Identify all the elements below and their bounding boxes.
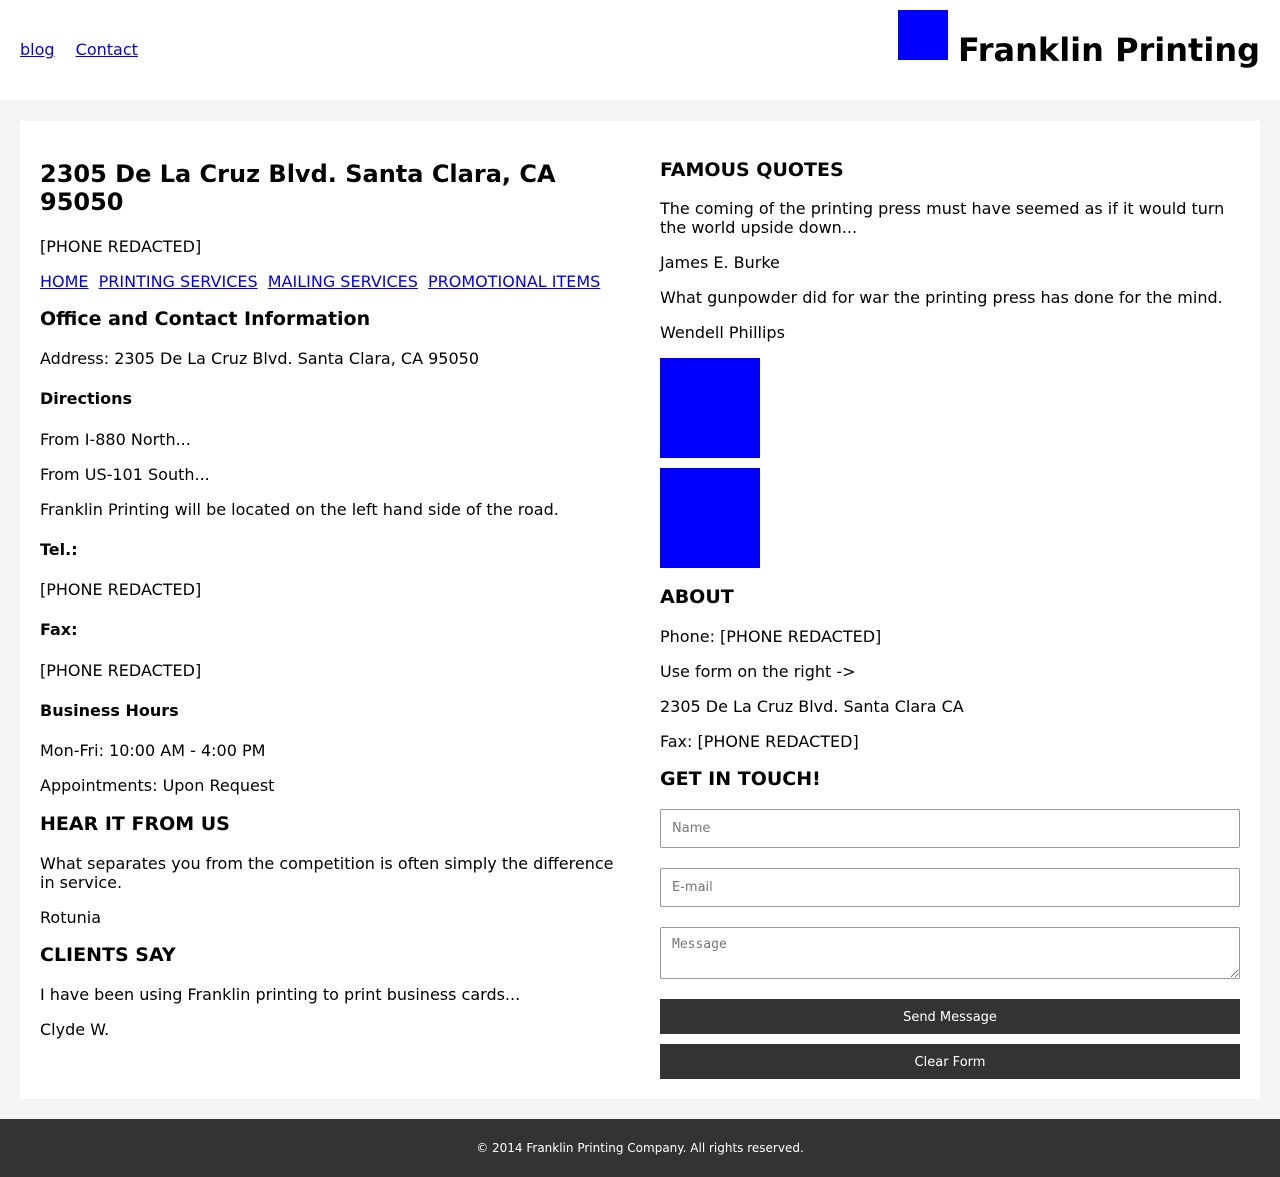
send-message-button[interactable]: Send Message bbox=[660, 999, 1240, 1034]
quote-author: James E. Burke bbox=[660, 253, 780, 272]
clear-form-button[interactable]: Clear Form bbox=[660, 1044, 1240, 1079]
tel-value: [PHONE REDACTED] bbox=[40, 580, 202, 599]
nav-printing-services-link[interactable]: PRINTING SERVICES bbox=[99, 272, 258, 291]
direction-item: From US-101 South... bbox=[40, 465, 210, 484]
nav-promotional-items-link[interactable]: PROMOTIONAL ITEMS bbox=[428, 272, 600, 291]
hours-heading: Business Hours bbox=[40, 701, 179, 720]
email-input[interactable] bbox=[660, 868, 1240, 907]
hear-quote: What separates you from the competition … bbox=[40, 854, 614, 892]
quotes-heading: FAMOUS QUOTES bbox=[660, 159, 844, 181]
about-form-hint: Use form on the right -> bbox=[660, 662, 856, 681]
top-nav-contact-link[interactable]: Contact bbox=[76, 40, 138, 59]
hear-author: Rotunia bbox=[40, 908, 101, 927]
quote-text: The coming of the printing press must ha… bbox=[660, 199, 1225, 237]
hear-heading: HEAR IT FROM US bbox=[40, 813, 230, 835]
tel-heading: Tel.: bbox=[40, 540, 78, 559]
name-input[interactable] bbox=[660, 809, 1240, 848]
gallery-image bbox=[660, 468, 760, 568]
office-heading: Office and Contact Information bbox=[40, 308, 371, 330]
quote-text: What gunpowder did for war the printing … bbox=[660, 288, 1223, 307]
clients-heading: CLIENTS SAY bbox=[40, 944, 176, 966]
top-nav-blog-link[interactable]: blog bbox=[20, 40, 55, 59]
direction-item: Franklin Printing will be located on the… bbox=[40, 500, 559, 519]
main-nav: HOME PRINTING SERVICES MAILING SERVICES … bbox=[40, 272, 605, 291]
clients-author: Clyde W. bbox=[40, 1020, 110, 1039]
fax-heading: Fax: bbox=[40, 620, 78, 639]
nav-home-link[interactable]: HOME bbox=[40, 272, 89, 291]
about-address: 2305 De La Cruz Blvd. Santa Clara CA bbox=[660, 697, 964, 716]
nav-mailing-services-link[interactable]: MAILING SERVICES bbox=[268, 272, 418, 291]
direction-item: From I-880 North... bbox=[40, 430, 191, 449]
hours-item: Appointments: Upon Request bbox=[40, 776, 275, 795]
site-title: Franklin Printing bbox=[957, 31, 1260, 69]
about-phone: Phone: [PHONE REDACTED] bbox=[660, 627, 882, 646]
address-line: Address: 2305 De La Cruz Blvd. Santa Cla… bbox=[40, 349, 479, 368]
site-footer: © 2014 Franklin Printing Company. All ri… bbox=[0, 1119, 1280, 1177]
fax-value: [PHONE REDACTED] bbox=[40, 661, 202, 680]
logo-image bbox=[898, 10, 948, 60]
header-phone: [PHONE REDACTED] bbox=[40, 237, 202, 256]
copyright-text: © 2014 Franklin Printing Company. All ri… bbox=[476, 1141, 804, 1155]
message-input[interactable] bbox=[660, 927, 1240, 979]
about-heading: ABOUT bbox=[660, 586, 734, 608]
top-nav: blog Contact bbox=[20, 41, 154, 59]
main-content: 2305 De La Cruz Blvd. Santa Clara, CA 95… bbox=[20, 121, 1260, 1099]
contact-heading: GET IN TOUCH! bbox=[660, 768, 821, 790]
address-heading: 2305 De La Cruz Blvd. Santa Clara, CA 95… bbox=[40, 160, 556, 216]
directions-heading: Directions bbox=[40, 389, 133, 408]
clients-quote: I have been using Franklin printing to p… bbox=[40, 985, 521, 1004]
quote-author: Wendell Phillips bbox=[660, 323, 785, 342]
about-fax: Fax: [PHONE REDACTED] bbox=[660, 732, 859, 751]
site-header: blog Contact Franklin Printing bbox=[0, 0, 1280, 100]
gallery-image bbox=[660, 358, 760, 458]
hours-item: Mon-Fri: 10:00 AM - 4:00 PM bbox=[40, 741, 266, 760]
